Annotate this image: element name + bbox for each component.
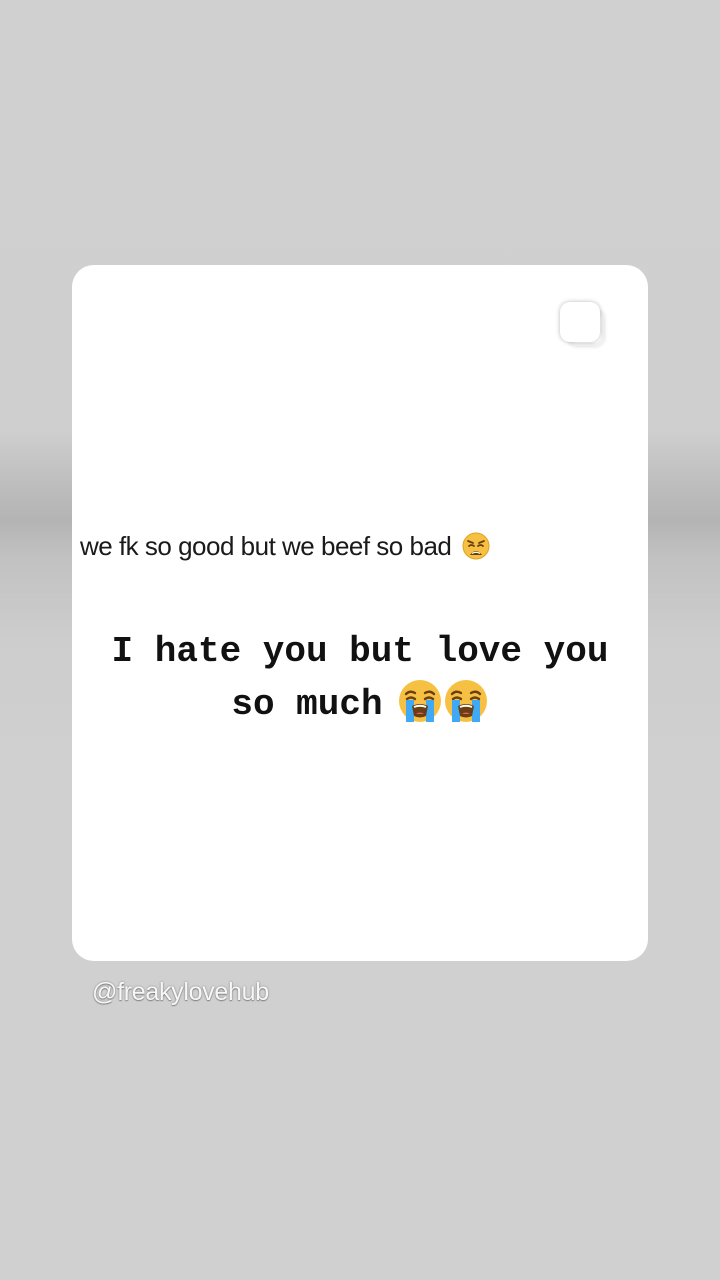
weary-face-icon	[462, 532, 490, 560]
caption-line-1: I hate you but love you	[111, 631, 609, 672]
multiple-images-icon	[560, 302, 606, 348]
tweet-text: we fk so good but we beef so bad	[80, 529, 490, 563]
loudly-crying-face-icon	[444, 680, 487, 722]
caption-line-2: so much	[231, 684, 383, 725]
caption: I hate you but love you so much	[72, 625, 648, 731]
watermark-handle: @freakylovehub	[92, 978, 269, 1006]
loudly-crying-face-icon	[398, 680, 441, 722]
post-card[interactable]: we fk so good but we beef so bad I hate …	[72, 265, 648, 961]
crying-emojis	[397, 678, 489, 731]
caption-line-2-wrap: so much	[72, 678, 648, 731]
tweet-text-label: we fk so good but we beef so bad	[80, 531, 452, 561]
